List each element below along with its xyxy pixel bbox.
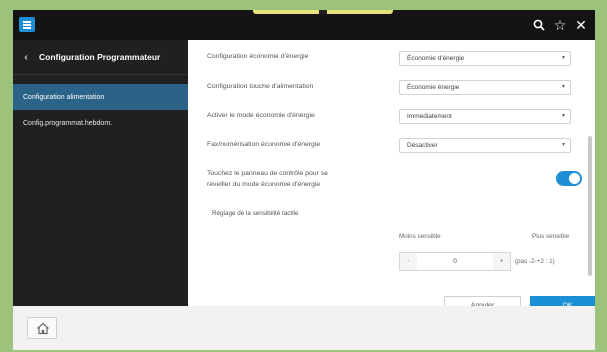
home-button[interactable]	[27, 317, 57, 339]
stepper-value: 0	[453, 258, 457, 265]
minus-button[interactable]: -	[400, 253, 417, 270]
back-icon[interactable]: ‹	[13, 52, 39, 63]
sensitivity-high-label: Plus sensible	[532, 233, 570, 240]
energy-saving-select[interactable]: Économie d'énergie ▾	[399, 51, 571, 66]
device-screen: ☆ ✕ ‹ Configuration Programmateur Config…	[13, 10, 595, 350]
fax-scan-select[interactable]: Désactiver ▾	[399, 138, 571, 153]
sidebar-title: Configuration Programmateur	[39, 52, 161, 62]
star-icon[interactable]: ☆	[551, 16, 569, 34]
plus-button[interactable]: +	[493, 253, 510, 270]
bottom-bar	[13, 306, 595, 350]
sidebar: ‹ Configuration Programmateur Configurat…	[13, 40, 188, 306]
sensitivity-title: Réglage de la sensibilité tactile	[212, 210, 299, 217]
setting-label: Configuration économie d'énergie	[207, 53, 309, 60]
status-notch	[253, 10, 393, 14]
chevron-down-icon: ▾	[561, 113, 565, 119]
chevron-down-icon: ▾	[561, 84, 565, 90]
wake-label-line1: Touchez le panneau de contrôle pour se	[207, 170, 328, 177]
setting-label: Configuration touche d'alimentation	[207, 83, 314, 90]
top-bar: ☆ ✕	[13, 10, 595, 40]
setting-label: Fax/numérisation économie d'énergie	[207, 141, 321, 148]
sidebar-item-label: Config.programmat.hebdom.	[23, 119, 113, 127]
wake-toggle[interactable]	[556, 171, 582, 186]
sidebar-header: ‹ Configuration Programmateur	[13, 40, 188, 75]
sidebar-item-label: Configuration alimentation	[23, 93, 105, 101]
select-value: Économie énergie	[407, 84, 460, 91]
range-note: (pas -2-+2 : 1)	[515, 258, 555, 265]
activate-mode-select[interactable]: Immédiatement ▾	[399, 109, 571, 124]
chevron-down-icon: ▾	[561, 142, 565, 148]
close-icon[interactable]: ✕	[572, 16, 590, 34]
select-value: Désactiver	[407, 142, 438, 149]
select-value: Économie d'énergie	[407, 55, 465, 62]
search-icon[interactable]	[530, 16, 548, 34]
scrollbar[interactable]	[588, 136, 592, 276]
sidebar-item-weekly-program[interactable]: Config.programmat.hebdom.	[13, 110, 188, 136]
chevron-down-icon: ▾	[561, 55, 565, 61]
power-key-select[interactable]: Économie énergie ▾	[399, 80, 571, 95]
select-value: Immédiatement	[407, 113, 452, 120]
sidebar-item-power-config[interactable]: Configuration alimentation	[13, 84, 188, 110]
sensitivity-stepper[interactable]: - 0 +	[399, 252, 511, 271]
wake-label-line2: réveiller du mode économie d'énergie	[207, 181, 321, 188]
sensitivity-low-label: Moins sensible	[399, 233, 441, 240]
setting-label: Activer le mode économie d'énergie	[207, 112, 315, 119]
settings-panel: Configuration économie d'énergie Économi…	[188, 40, 595, 316]
menu-icon[interactable]	[19, 17, 35, 32]
home-icon	[37, 322, 49, 335]
